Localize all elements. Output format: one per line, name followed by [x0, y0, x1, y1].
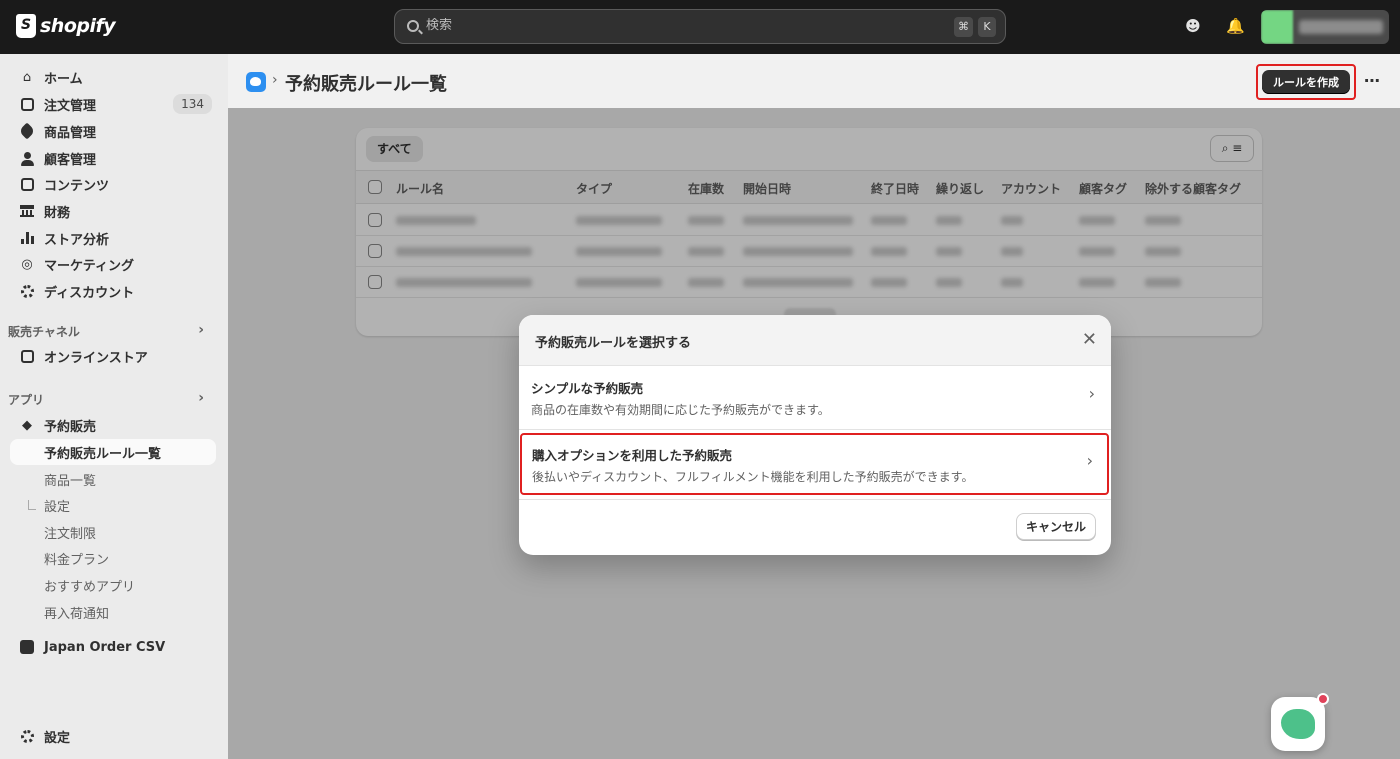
sidebar-item-customers[interactable]: 顧客管理 [10, 145, 216, 171]
sales-channels-heading-label: 販売チャネル [8, 325, 80, 339]
gear-icon [19, 728, 35, 744]
sidebar-item-products[interactable]: 商品管理 [10, 118, 216, 144]
shopify-bag-icon [16, 14, 36, 38]
orders-count-badge: 134 [173, 94, 212, 114]
sidebar-item-online-store[interactable]: オンラインストア [10, 343, 216, 369]
sidebar-item-pricing[interactable]: 料金プラン [10, 545, 216, 571]
sidebar-item-label: 設定 [44, 730, 71, 746]
sidebar-item-restock[interactable]: 再入荷通知 [10, 599, 216, 625]
sidebar-item-label: 商品管理 [44, 125, 97, 141]
sidebar-item-japan-order-csv[interactable]: Japan Order CSV [10, 634, 216, 660]
sidebar-item-label: 顧客管理 [44, 152, 97, 168]
option-purchase-options-preorder[interactable]: 購入オプションを利用した予約販売 後払いやディスカウント、フルフィルメント機能を… [520, 433, 1109, 495]
sidebar-item-label: 注文管理 [44, 98, 97, 114]
modal-title: 予約販売ルールを選択する [535, 336, 692, 351]
sidebar: ⌂ ホーム 注文管理 134 商品管理 顧客管理 コンテンツ 財務 ストア分析 … [0, 54, 228, 759]
sidebar-item-order-limits[interactable]: 注文制限 [10, 519, 216, 545]
brand-name: shopify [40, 15, 116, 37]
sidebar-item-label: ストア分析 [44, 232, 110, 248]
shortcut-k-key: K [978, 17, 996, 37]
top-bar: shopify ⌘ K ☻ 🔔 [0, 0, 1400, 54]
search-bar[interactable]: ⌘ K [394, 9, 1006, 44]
option-title: 購入オプションを利用した予約販売 [532, 448, 733, 463]
sidebar-item-label: マーケティング [44, 258, 134, 274]
chevron-right-icon: › [198, 390, 204, 406]
cancel-button[interactable]: キャンセル [1016, 513, 1096, 540]
target-icon: ◎ [21, 256, 33, 272]
sidebar-item-label: 設定 [44, 499, 71, 515]
sidebar-item-label: おすすめアプリ [44, 579, 136, 595]
apps-heading[interactable]: アプリ › [8, 390, 214, 408]
bar-chart-icon [19, 230, 35, 246]
close-icon[interactable]: ✕ [1082, 328, 1097, 352]
store-icon [19, 348, 35, 364]
sidebar-item-label: ホーム [44, 71, 83, 87]
sales-channels-heading[interactable]: 販売チャネル › [8, 322, 214, 340]
apps-heading-label: アプリ [8, 393, 45, 407]
search-input[interactable] [426, 18, 826, 33]
page-title: 予約販売ルール一覧 [285, 74, 447, 95]
option-simple-preorder[interactable]: シンプルな予約販売 商品の在庫数や有効期間に応じた予約販売ができます。 › [519, 366, 1111, 430]
sidebar-item-label: 注文制限 [44, 526, 97, 542]
sidebar-item-settings[interactable]: 設定 [10, 723, 216, 749]
sidebar-item-app-preorder[interactable]: ◆ 予約販売 [10, 412, 216, 438]
sidebar-item-label: 再入荷通知 [44, 606, 110, 622]
option-description: 商品の在庫数や有効期間に応じた予約販売ができます。 [531, 403, 830, 417]
sidebar-item-product-list[interactable]: 商品一覧 [10, 466, 216, 492]
dog-mascot-icon [1281, 709, 1315, 739]
option-title: シンプルな予約販売 [531, 381, 644, 396]
search-icon [407, 20, 419, 32]
account-name-blurred [1299, 20, 1383, 34]
sidebar-item-orders[interactable]: 注文管理 134 [10, 91, 216, 117]
sidebar-item-label: 商品一覧 [44, 473, 97, 489]
dog-app-icon: ◆ [22, 417, 32, 433]
sidebar-item-label: オンラインストア [44, 350, 148, 366]
chat-widget-button[interactable] [1271, 693, 1329, 751]
sidebar-item-discounts[interactable]: ディスカウント [10, 278, 216, 304]
home-icon: ⌂ [22, 69, 32, 85]
sidebar-item-label: 財務 [44, 205, 71, 221]
chevron-right-icon: › [1088, 384, 1095, 403]
sidebar-item-finance[interactable]: 財務 [10, 198, 216, 224]
sidebar-item-label: 予約販売 [44, 419, 97, 435]
select-rule-modal: 予約販売ルールを選択する ✕ シンプルな予約販売 商品の在庫数や有効期間に応じた… [519, 315, 1111, 555]
app-sidekick-icon[interactable]: ☻ [1184, 17, 1202, 35]
sidebar-item-label: 予約販売ルール一覧 [44, 446, 162, 462]
more-actions-button[interactable]: ⋯ [1364, 71, 1381, 90]
tag-icon [18, 122, 36, 140]
preorder-app-icon[interactable] [246, 72, 266, 92]
create-rule-button[interactable]: ルールを作成 [1262, 70, 1350, 94]
breadcrumb-separator: › [272, 72, 278, 88]
sidebar-item-label: Japan Order CSV [44, 639, 166, 655]
csv-app-icon [19, 639, 35, 655]
modal-footer: キャンセル [519, 499, 1111, 555]
sidebar-item-home[interactable]: ⌂ ホーム [10, 64, 216, 90]
content-icon [19, 176, 35, 192]
sidebar-item-rule-list[interactable]: 予約販売ルール一覧 [10, 439, 216, 465]
sidebar-item-label: コンテンツ [44, 178, 110, 194]
bank-icon [19, 203, 35, 219]
page-header: › 予約販売ルール一覧 ルールを作成 ⋯ [228, 54, 1400, 108]
sidebar-item-analytics[interactable]: ストア分析 [10, 225, 216, 251]
shortcut-cmd-key: ⌘ [954, 17, 973, 37]
notification-dot [1317, 693, 1329, 705]
option-description: 後払いやディスカウント、フルフィルメント機能を利用した予約販売ができます。 [532, 470, 974, 484]
person-icon [19, 150, 35, 166]
account-menu[interactable] [1261, 10, 1389, 44]
sidebar-item-label: 料金プラン [44, 552, 110, 568]
avatar [1261, 10, 1293, 44]
chevron-right-icon: › [1086, 451, 1093, 470]
shopify-logo[interactable]: shopify [16, 14, 116, 38]
chevron-right-icon: › [198, 322, 204, 338]
create-rule-highlight: ルールを作成 [1256, 64, 1356, 100]
modal-header: 予約販売ルールを選択する ✕ [519, 315, 1111, 366]
bell-icon[interactable]: 🔔 [1226, 17, 1245, 35]
sidebar-item-recommended-apps[interactable]: おすすめアプリ [10, 572, 216, 598]
discount-icon [19, 283, 35, 299]
sidebar-item-content[interactable]: コンテンツ [10, 171, 216, 197]
sidebar-item-app-settings[interactable]: 設定 [10, 492, 216, 518]
sidebar-item-label: ディスカウント [44, 285, 135, 301]
inbox-icon [19, 96, 35, 112]
sidebar-item-marketing[interactable]: ◎ マーケティング [10, 251, 216, 277]
